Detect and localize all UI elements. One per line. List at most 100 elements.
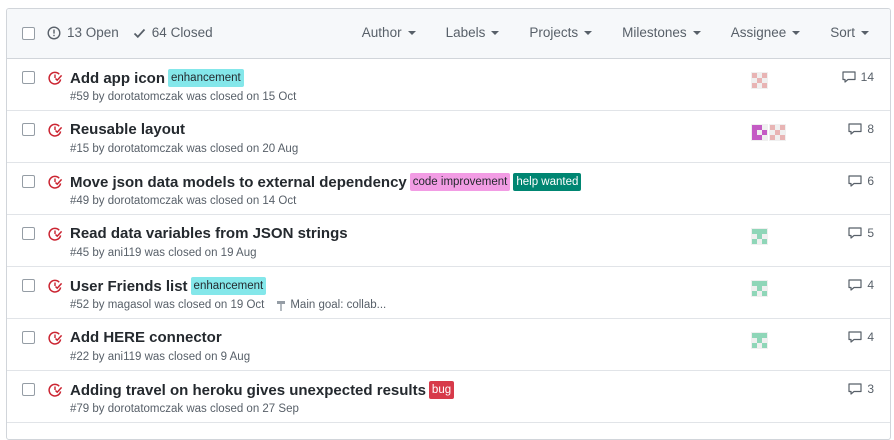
issue-checkbox[interactable]: [22, 227, 35, 240]
issue-closed-icon: [48, 383, 63, 397]
assignee-filter[interactable]: Assignee: [731, 25, 801, 40]
comments-link[interactable]: 3: [848, 382, 874, 396]
issue-list: Add app icon enhancement #59 by dorotato…: [7, 59, 890, 423]
caret-down-icon: [861, 30, 869, 35]
comment-icon: [848, 175, 862, 187]
comment-count: 8: [867, 122, 874, 136]
issue-closed-icon: [48, 175, 63, 189]
issue-checkbox[interactable]: [22, 175, 35, 188]
issue-title-line: Add HERE connector: [70, 329, 222, 346]
comment-icon: [848, 227, 862, 239]
labels-filter[interactable]: Labels: [446, 25, 500, 40]
issue-meta-text: #52 by magasol was closed on 19 Oct: [70, 299, 265, 311]
assignee-avatar[interactable]: [751, 124, 768, 141]
issue-title-link[interactable]: Add HERE connector: [70, 329, 222, 346]
caret-down-icon: [792, 30, 801, 35]
issues-box: 13 Open 64 Closed Author Labels Projects…: [6, 8, 891, 440]
filter-bar: Author Labels Projects Milestones Assign…: [362, 25, 890, 40]
issue-label[interactable]: help wanted: [513, 173, 582, 191]
comment-count: 6: [867, 174, 874, 188]
issue-row: Adding travel on heroku gives unexpected…: [7, 371, 890, 423]
comment-count: 14: [860, 70, 874, 84]
assignee-avatar[interactable]: [751, 228, 768, 245]
comment-icon: [848, 383, 862, 395]
sort-filter[interactable]: Sort: [830, 25, 869, 40]
assignee-avatars: [751, 72, 768, 89]
caret-down-icon: [584, 30, 593, 35]
comments-link[interactable]: 5: [848, 226, 874, 240]
issue-row: Add HERE connector #22 by ani119 was clo…: [7, 319, 890, 371]
comment-count: 5: [867, 226, 874, 240]
comments-link[interactable]: 4: [848, 278, 874, 292]
issue-meta: #49 by dorotatomczak was closed on 14 Oc…: [70, 195, 296, 207]
issue-title-link[interactable]: Add app icon: [70, 70, 165, 87]
issue-row: User Friends list enhancement #52 by mag…: [7, 267, 890, 319]
comment-count: 4: [867, 278, 874, 292]
issue-title-link[interactable]: Move json data models to external depend…: [70, 174, 407, 191]
assignee-avatar[interactable]: [751, 72, 768, 89]
issue-meta: #79 by dorotatomczak was closed on 27 Se…: [70, 403, 299, 415]
issue-checkbox[interactable]: [22, 123, 35, 136]
issue-title-link[interactable]: Reusable layout: [70, 121, 185, 138]
issues-header: 13 Open 64 Closed Author Labels Projects…: [7, 9, 890, 59]
comments-link[interactable]: 14: [842, 70, 874, 84]
issue-title-line: User Friends list enhancement: [70, 277, 267, 295]
issue-closed-icon: [48, 71, 63, 85]
comment-count: 3: [867, 382, 874, 396]
projects-filter[interactable]: Projects: [529, 25, 593, 40]
milestones-filter[interactable]: Milestones: [622, 25, 701, 40]
assignee-avatar[interactable]: [769, 124, 786, 141]
assignee-avatars: [751, 332, 768, 349]
comment-icon: [848, 279, 862, 291]
caret-down-icon: [491, 30, 500, 35]
issue-meta-text: #79 by dorotatomczak was closed on 27 Se…: [70, 403, 299, 415]
issue-row: Move json data models to external depend…: [7, 163, 890, 215]
issue-meta: #15 by dorotatomczak was closed on 20 Au…: [70, 143, 298, 155]
issue-meta: #59 by dorotatomczak was closed on 15 Oc…: [70, 91, 296, 103]
comment-icon: [848, 123, 862, 135]
issue-title-line: Read data variables from JSON strings: [70, 225, 348, 242]
milestone-link[interactable]: Main goal: collab...: [276, 299, 386, 311]
issue-meta-text: #15 by dorotatomczak was closed on 20 Au…: [70, 143, 299, 155]
caret-down-icon: [407, 30, 416, 35]
comments-link[interactable]: 8: [848, 122, 874, 136]
issue-title-link[interactable]: Read data variables from JSON strings: [70, 225, 348, 242]
assignee-avatars: [751, 228, 768, 245]
issue-title-line: Reusable layout: [70, 121, 185, 138]
comment-icon: [842, 71, 856, 83]
issue-checkbox[interactable]: [22, 383, 35, 396]
issue-title-link[interactable]: User Friends list: [70, 278, 188, 295]
issue-label[interactable]: code improvement: [409, 173, 511, 191]
issue-meta-text: #49 by dorotatomczak was closed on 14 Oc…: [70, 195, 297, 207]
issue-closed-icon: [48, 331, 63, 345]
closed-issues-link[interactable]: 64 Closed: [133, 25, 213, 40]
issue-label[interactable]: enhancement: [190, 277, 267, 295]
issue-label[interactable]: enhancement: [168, 69, 244, 87]
issue-checkbox[interactable]: [22, 279, 35, 292]
issue-meta: #52 by magasol was closed on 19 Oct Main…: [70, 299, 386, 311]
issue-title-link[interactable]: Adding travel on heroku gives unexpected…: [70, 382, 426, 399]
issue-row: Add app icon enhancement #59 by dorotato…: [7, 59, 890, 111]
open-issues-link[interactable]: 13 Open: [47, 25, 119, 40]
comment-icon: [848, 331, 862, 343]
issue-meta-text: #45 by ani119 was closed on 19 Aug: [70, 247, 257, 259]
issue-checkbox[interactable]: [22, 331, 35, 344]
comments-link[interactable]: 4: [848, 330, 874, 344]
issue-closed-icon: [48, 227, 63, 241]
author-filter[interactable]: Author: [362, 25, 416, 40]
issue-meta: #22 by ani119 was closed on 9 Aug: [70, 351, 250, 363]
issue-label[interactable]: bug: [428, 381, 455, 399]
comments-link[interactable]: 6: [848, 174, 874, 188]
issue-row: Reusable layout #15 by dorotatomczak was…: [7, 111, 890, 163]
issue-opened-icon: [47, 25, 61, 40]
issue-closed-icon: [48, 279, 63, 293]
comment-count: 4: [867, 330, 874, 344]
select-all-checkbox[interactable]: [22, 27, 35, 40]
assignee-avatar[interactable]: [751, 332, 768, 349]
issue-checkbox[interactable]: [22, 71, 35, 84]
caret-down-icon: [692, 30, 701, 35]
assignee-avatars: [751, 124, 786, 141]
issue-title-line: Move json data models to external depend…: [70, 173, 582, 191]
closed-count-label: 64 Closed: [151, 25, 213, 40]
assignee-avatar[interactable]: [751, 280, 768, 297]
